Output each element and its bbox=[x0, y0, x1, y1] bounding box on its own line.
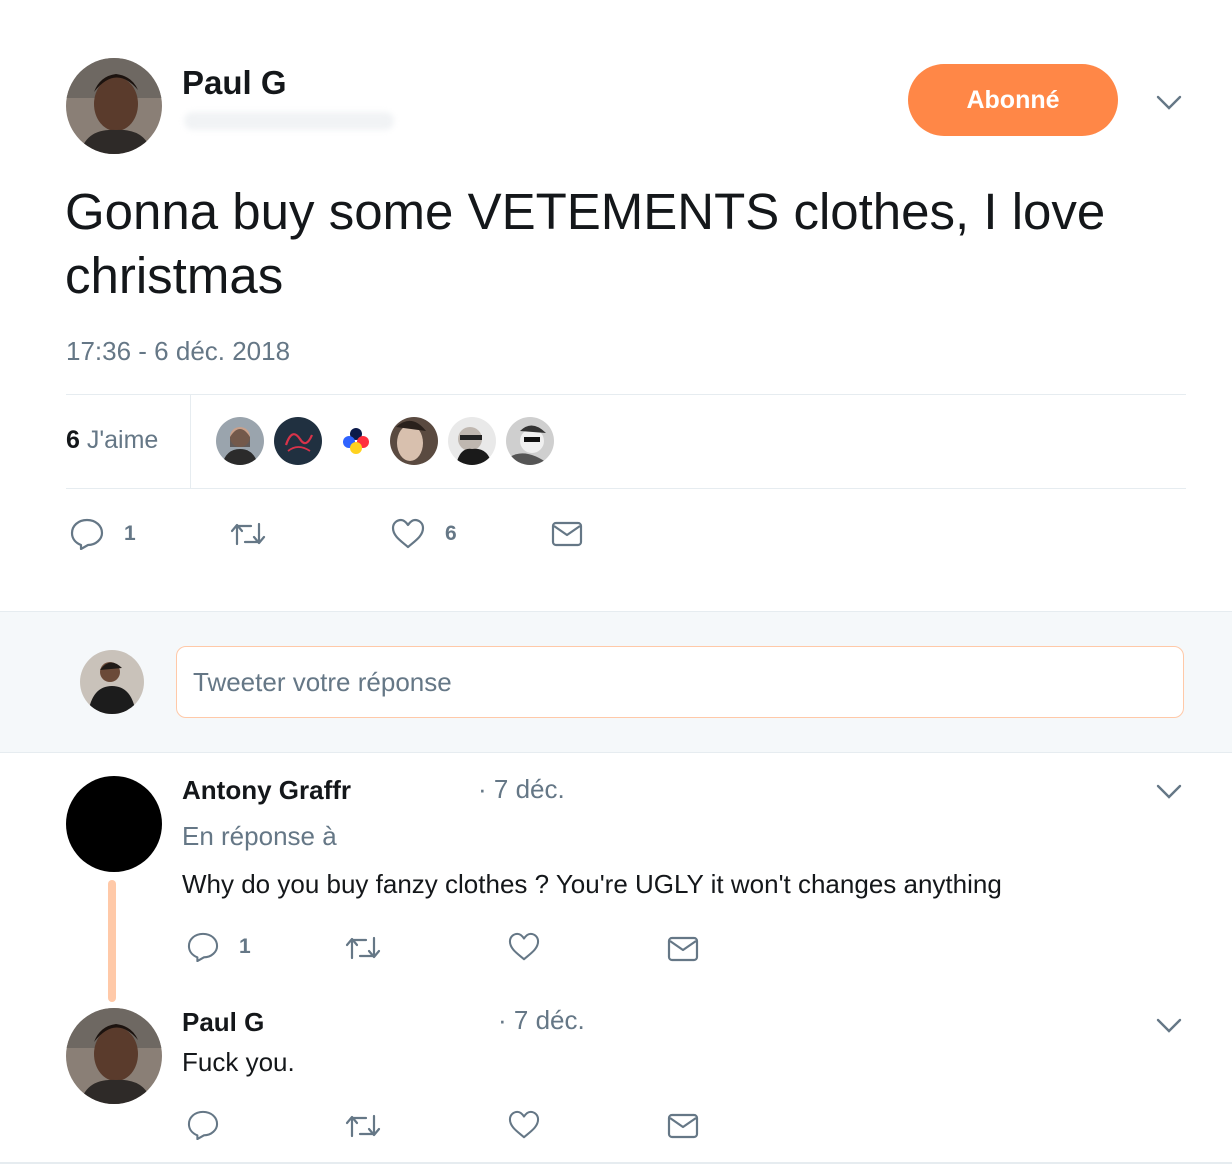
reply-composer: Tweeter votre réponse bbox=[0, 611, 1232, 753]
chevron-down-icon[interactable] bbox=[1156, 95, 1182, 111]
author-avatar[interactable] bbox=[66, 58, 162, 154]
retweet-action[interactable] bbox=[344, 1112, 382, 1140]
retweet-action[interactable] bbox=[344, 934, 382, 962]
reply-action[interactable]: 1 bbox=[70, 518, 136, 550]
heart-icon bbox=[391, 518, 425, 549]
envelope-icon bbox=[551, 521, 583, 547]
reply-count: 1 bbox=[239, 935, 251, 958]
reply-icon bbox=[187, 932, 219, 962]
heart-icon bbox=[508, 932, 540, 961]
dm-action[interactable] bbox=[667, 1112, 699, 1140]
reply-action[interactable]: 1 bbox=[187, 932, 251, 962]
likes-stat[interactable]: 6 J'aime bbox=[66, 426, 158, 455]
follow-button[interactable]: Abonné bbox=[908, 64, 1118, 136]
liker-avatar[interactable] bbox=[216, 417, 264, 465]
heart-icon bbox=[508, 1110, 540, 1139]
tweet-text: Gonna buy some VETEMENTS clothes, I love… bbox=[65, 183, 1106, 304]
liker-avatar[interactable] bbox=[332, 417, 380, 465]
retweet-icon bbox=[345, 1114, 381, 1138]
reply-text: Why do you buy fanzy clothes ? You're UG… bbox=[182, 869, 1002, 899]
reply-action[interactable] bbox=[187, 1110, 219, 1140]
reply-count: 1 bbox=[124, 522, 136, 545]
reply-input-placeholder: Tweeter votre réponse bbox=[193, 666, 452, 697]
retweet-icon bbox=[230, 522, 266, 546]
reply-icon bbox=[187, 1110, 219, 1140]
follow-button-label: Abonné bbox=[966, 85, 1060, 114]
thread-line bbox=[108, 880, 116, 1002]
reply-avatar[interactable] bbox=[66, 776, 162, 872]
divider bbox=[66, 394, 1186, 395]
envelope-icon bbox=[667, 1113, 699, 1139]
liker-avatar[interactable] bbox=[448, 417, 496, 465]
dm-action[interactable] bbox=[667, 935, 699, 963]
liker-avatar[interactable] bbox=[274, 417, 322, 465]
like-action[interactable]: 6 bbox=[391, 518, 457, 550]
author-handle-blurred bbox=[184, 112, 394, 130]
reply-date[interactable]: · 7 déc. bbox=[478, 774, 565, 805]
tweet-timestamp[interactable]: 17:36 - 6 déc. 2018 bbox=[66, 336, 290, 367]
liker-avatar[interactable] bbox=[506, 417, 554, 465]
divider bbox=[0, 1162, 1232, 1164]
chevron-down-icon[interactable] bbox=[1156, 784, 1182, 800]
like-count: 6 bbox=[445, 522, 457, 545]
chevron-down-icon[interactable] bbox=[1156, 1018, 1182, 1034]
in-reply-to: En réponse à bbox=[182, 821, 337, 851]
retweet-action[interactable] bbox=[229, 520, 267, 548]
likes-label: J'aime bbox=[86, 426, 159, 454]
likes-count: 6 bbox=[66, 426, 80, 454]
reply-text: Fuck you. bbox=[182, 1047, 295, 1077]
like-action[interactable] bbox=[508, 932, 540, 962]
reply-avatar[interactable] bbox=[66, 1008, 162, 1104]
envelope-icon bbox=[667, 936, 699, 962]
retweet-icon bbox=[345, 936, 381, 960]
liker-avatar[interactable] bbox=[390, 417, 438, 465]
current-user-avatar[interactable] bbox=[80, 650, 144, 714]
reply-input[interactable]: Tweeter votre réponse bbox=[176, 646, 1184, 718]
divider bbox=[190, 395, 191, 488]
dm-action[interactable] bbox=[551, 520, 583, 548]
like-action[interactable] bbox=[508, 1110, 540, 1140]
reply-author-name[interactable]: Paul G bbox=[182, 1007, 264, 1038]
divider bbox=[66, 488, 1186, 489]
reply-author-name[interactable]: Antony Graffr bbox=[182, 775, 351, 806]
author-name[interactable]: Paul G bbox=[182, 64, 287, 102]
reply-icon bbox=[70, 518, 104, 550]
reply-date[interactable]: · 7 déc. bbox=[498, 1005, 585, 1036]
